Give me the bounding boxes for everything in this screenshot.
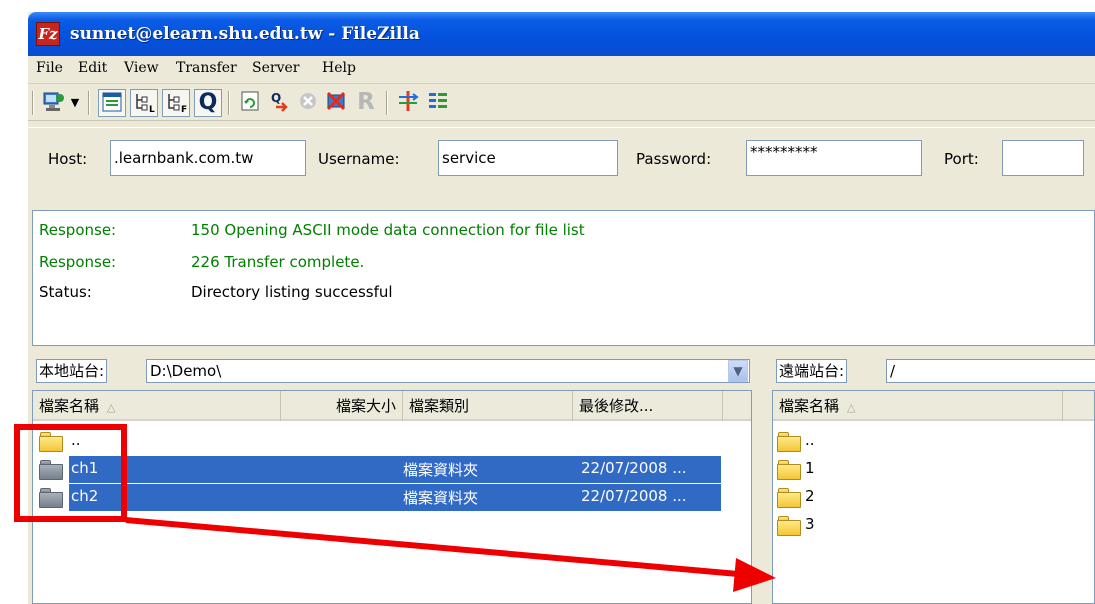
- annotation-arrow-icon: [125, 517, 776, 592]
